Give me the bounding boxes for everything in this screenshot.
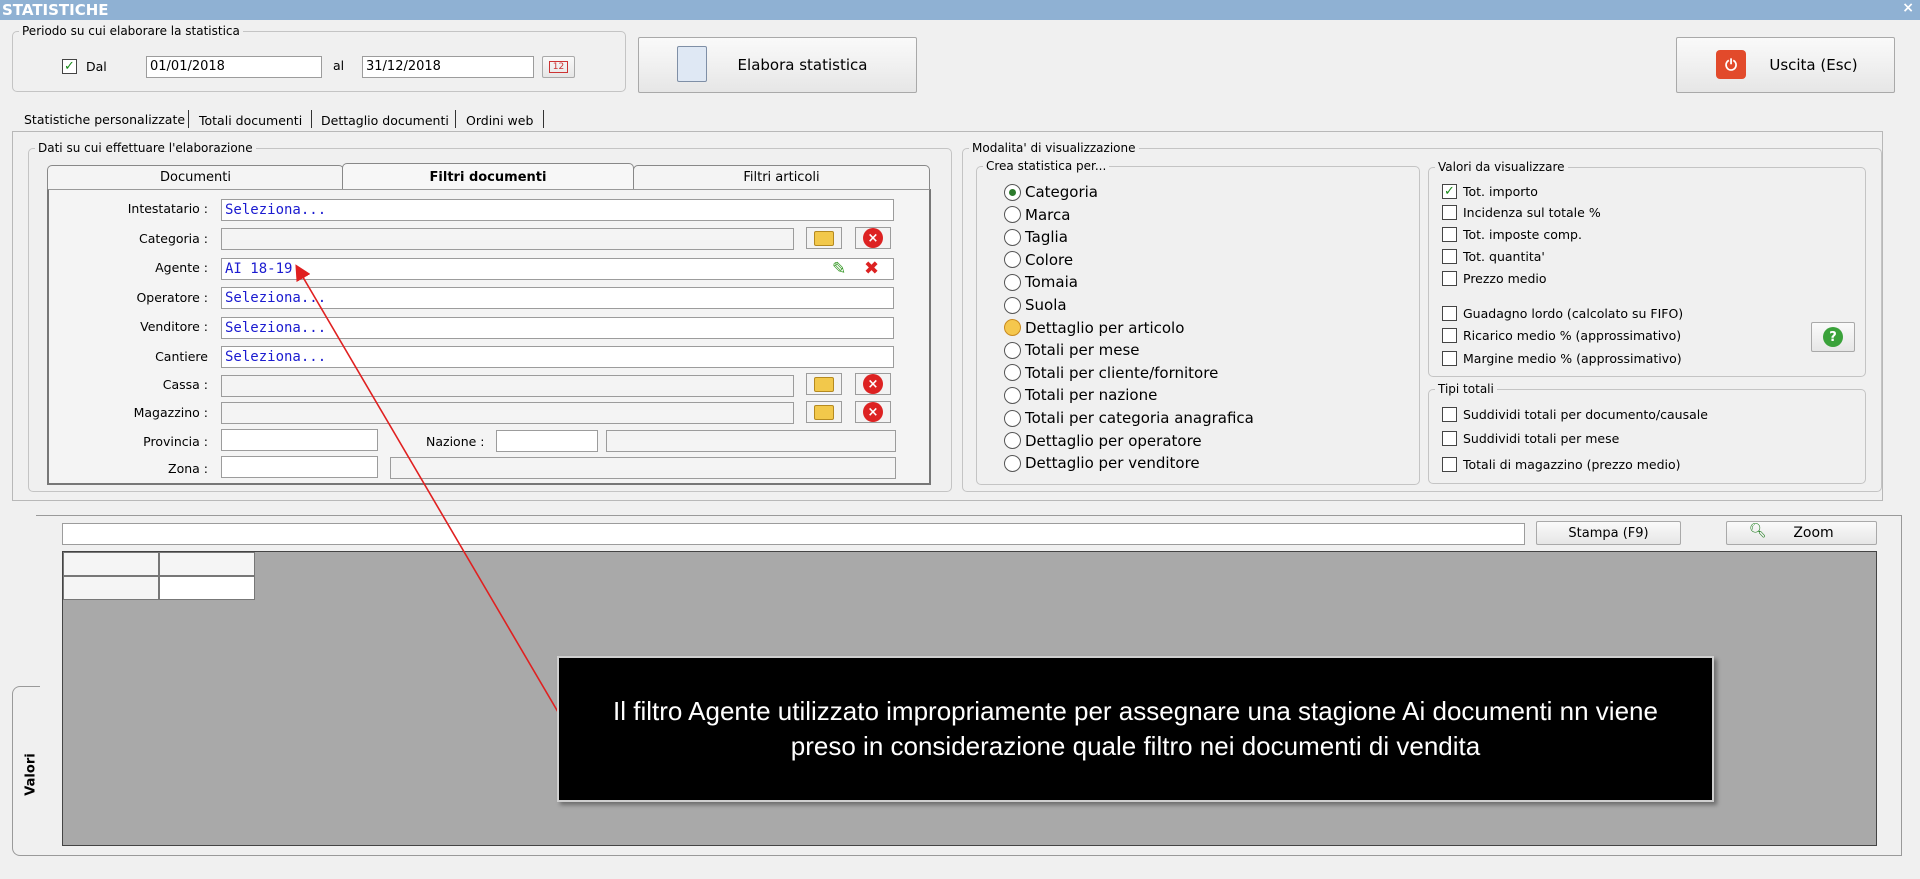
annotation-callout: Il filtro Agente utilizzato impropriamen… bbox=[557, 656, 1714, 802]
annotation-text: Il filtro Agente utilizzato impropriamen… bbox=[613, 696, 1658, 761]
